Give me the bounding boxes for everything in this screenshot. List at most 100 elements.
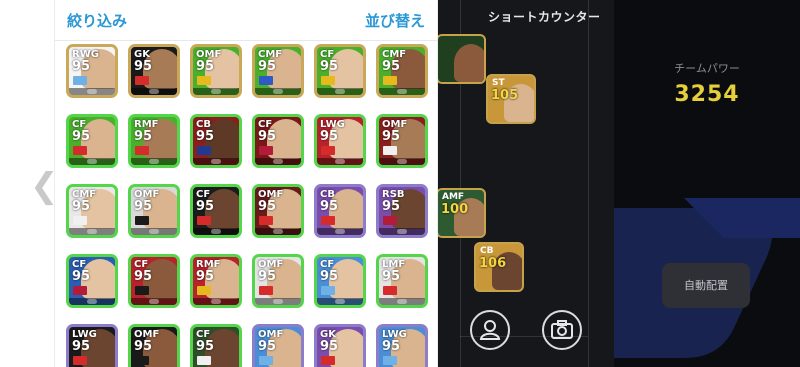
- player-card[interactable]: OMF 95: [376, 114, 428, 168]
- nation-flag-icon: [135, 146, 149, 155]
- skill-badge-icon: [397, 159, 407, 164]
- player-card[interactable]: GK 95: [128, 44, 180, 98]
- player-card[interactable]: RWG 95: [66, 44, 118, 98]
- player-card[interactable]: CF 95: [190, 184, 242, 238]
- player-rating: 95: [320, 339, 339, 354]
- player-rating: 105: [491, 88, 519, 103]
- player-rating: 95: [134, 269, 153, 284]
- skill-badge-icon: [335, 89, 345, 94]
- nation-flag-icon: [383, 356, 397, 365]
- player-card[interactable]: LWG 95: [314, 114, 366, 168]
- skill-badge-icon: [87, 159, 97, 164]
- player-rating: 106: [479, 256, 507, 271]
- player-rating: 95: [258, 129, 277, 144]
- skill-badge-icon: [87, 299, 97, 304]
- player-position: CB: [480, 246, 494, 256]
- skill-badge-icon: [335, 159, 345, 164]
- player-rating: 95: [134, 199, 153, 214]
- player-card[interactable]: CF 95: [128, 254, 180, 308]
- formation-title: ショートカウンター: [488, 10, 601, 24]
- pitch-player-card[interactable]: ST 105: [486, 74, 536, 124]
- person-icon: [479, 320, 501, 340]
- player-card[interactable]: LWG 95: [66, 324, 118, 367]
- player-card[interactable]: CF 95: [314, 254, 366, 308]
- player-card[interactable]: OMF 95: [252, 254, 304, 308]
- player-rating: 95: [196, 59, 215, 74]
- player-card[interactable]: OMF 95: [128, 184, 180, 238]
- panel-header: 絞り込み 並び替え: [55, 0, 437, 41]
- player-rating: 95: [258, 199, 277, 214]
- player-card[interactable]: CF 95: [252, 114, 304, 168]
- sort-button[interactable]: 並び替え: [365, 10, 425, 31]
- player-rating: 95: [382, 129, 401, 144]
- nation-flag-icon: [135, 76, 149, 85]
- nation-flag-icon: [321, 146, 335, 155]
- player-card[interactable]: CF 95: [190, 324, 242, 367]
- filter-button[interactable]: 絞り込み: [67, 10, 127, 31]
- skill-badge-icon: [87, 89, 97, 94]
- skill-badge-icon: [335, 229, 345, 234]
- player-card[interactable]: LMF 95: [376, 254, 428, 308]
- player-rating: 95: [320, 129, 339, 144]
- player-card[interactable]: CB 95: [190, 114, 242, 168]
- player-rating: 95: [382, 199, 401, 214]
- auto-arrange-button[interactable]: 自動配置: [662, 263, 750, 308]
- player-card[interactable]: LWG 95: [376, 324, 428, 367]
- nation-flag-icon: [197, 216, 211, 225]
- person-button[interactable]: [470, 310, 510, 350]
- nation-flag-icon: [383, 216, 397, 225]
- player-rating: 95: [258, 269, 277, 284]
- player-rating: 95: [258, 59, 277, 74]
- camera-icon: [551, 320, 573, 339]
- player-card-grid: RWG 95 GK 95 OMF 95 CMF 95 CF 95 CMF 95 CF 95 RMF 95 CB 9…: [55, 40, 437, 367]
- player-card[interactable]: CF 95: [66, 114, 118, 168]
- team-power-value: 3254: [674, 82, 740, 107]
- team-power-label: チームパワー: [674, 62, 740, 75]
- player-portrait: [454, 44, 484, 82]
- player-card[interactable]: OMF 95: [252, 324, 304, 367]
- back-chevron-icon[interactable]: ❮: [30, 168, 59, 204]
- player-card[interactable]: CMF 95: [66, 184, 118, 238]
- player-card[interactable]: OMF 95: [128, 324, 180, 367]
- player-rating: 95: [72, 199, 91, 214]
- player-card[interactable]: CB 95: [314, 184, 366, 238]
- pitch-player-card[interactable]: AMF 100: [438, 188, 486, 238]
- nation-flag-icon: [259, 76, 273, 85]
- camera-button[interactable]: [542, 310, 582, 350]
- nation-flag-icon: [73, 286, 87, 295]
- skill-badge-icon: [149, 89, 159, 94]
- player-position: AMF: [442, 192, 465, 202]
- skill-badge-icon: [211, 299, 221, 304]
- player-rating: 95: [72, 129, 91, 144]
- nation-flag-icon: [197, 286, 211, 295]
- skill-badge-icon: [211, 159, 221, 164]
- player-card[interactable]: CF 95: [66, 254, 118, 308]
- player-card[interactable]: CMF 95: [376, 44, 428, 98]
- player-rating: 100: [441, 202, 469, 217]
- team-info-panel: チームパワー 3254 自動配置: [614, 0, 800, 367]
- pitch-player-card[interactable]: CB 106: [474, 242, 524, 292]
- skill-badge-icon: [273, 299, 283, 304]
- nation-flag-icon: [321, 286, 335, 295]
- nation-flag-icon: [321, 356, 335, 365]
- player-card[interactable]: RMF 95: [190, 254, 242, 308]
- nation-flag-icon: [383, 146, 397, 155]
- player-card[interactable]: CMF 95: [252, 44, 304, 98]
- player-rating: 95: [382, 59, 401, 74]
- pitch-player-card[interactable]: [438, 34, 486, 84]
- player-card[interactable]: OMF 95: [190, 44, 242, 98]
- nation-flag-icon: [73, 76, 87, 85]
- nation-flag-icon: [73, 146, 87, 155]
- player-rating: 95: [72, 59, 91, 74]
- nation-flag-icon: [259, 356, 273, 365]
- skill-badge-icon: [149, 299, 159, 304]
- player-card[interactable]: RSB 95: [376, 184, 428, 238]
- nation-flag-icon: [73, 216, 87, 225]
- player-card[interactable]: GK 95: [314, 324, 366, 367]
- player-rating: 95: [320, 199, 339, 214]
- player-card[interactable]: CF 95: [314, 44, 366, 98]
- player-rating: 95: [196, 199, 215, 214]
- player-rating: 95: [72, 339, 91, 354]
- player-card[interactable]: RMF 95: [128, 114, 180, 168]
- player-card[interactable]: OMF 95: [252, 184, 304, 238]
